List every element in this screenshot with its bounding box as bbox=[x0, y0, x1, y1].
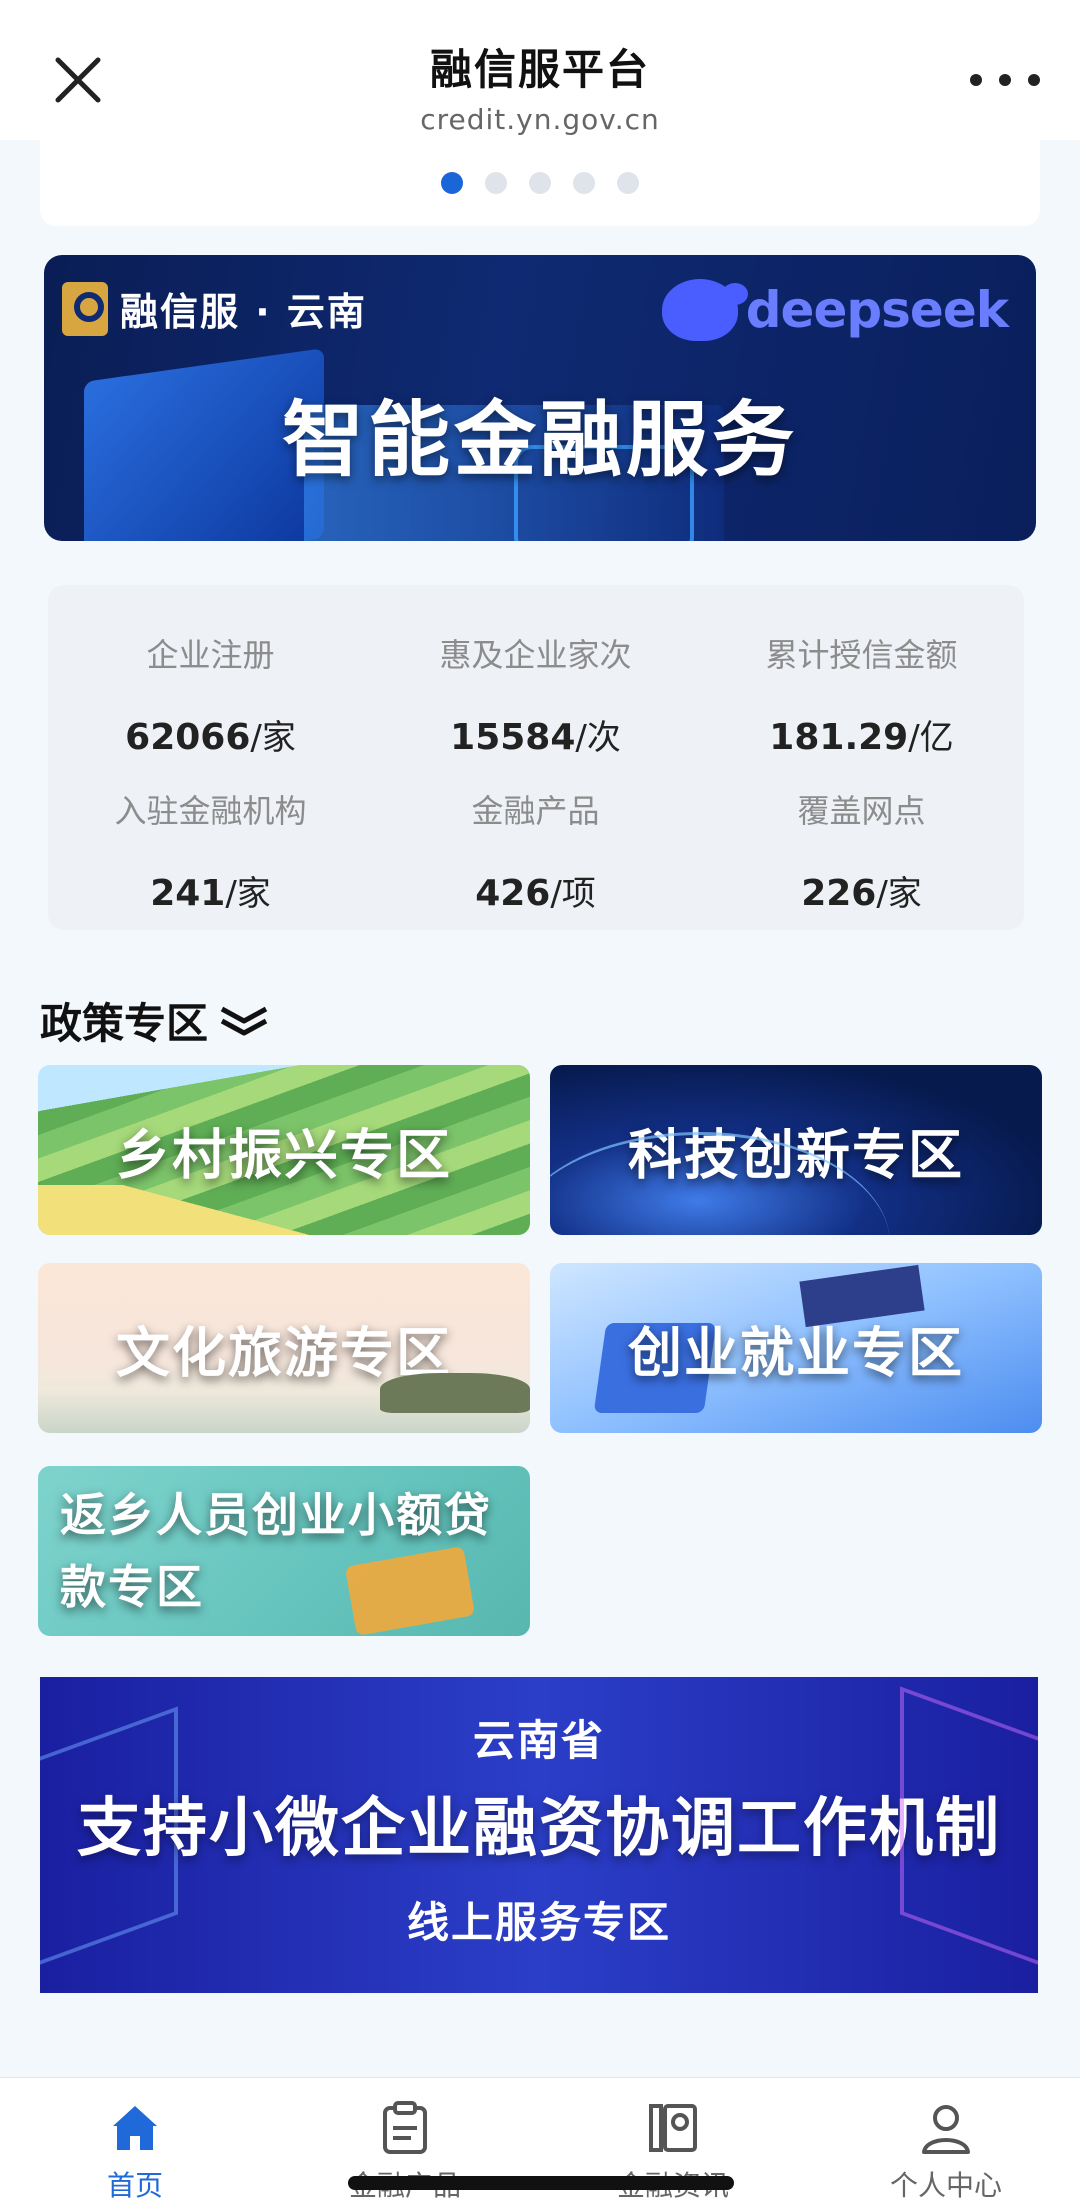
brand-name: 融信服 · 云南 bbox=[120, 290, 367, 334]
ai-service-banner[interactable]: 融信服 · 云南 deepseek 智能金融服务 bbox=[44, 255, 1036, 541]
carousel-dot-4[interactable] bbox=[573, 172, 595, 194]
stat-unit: /家 bbox=[225, 874, 271, 914]
stat-value: 241 bbox=[150, 873, 226, 914]
user-icon bbox=[922, 2105, 970, 2154]
stat-value-row: 62066/家 bbox=[48, 710, 373, 759]
stat-label: 累计授信金额 bbox=[765, 636, 958, 674]
top-bar: 融信服平台 credit.yn.gov.cn bbox=[0, 0, 1080, 140]
section-title: 政策专区 bbox=[40, 999, 209, 1048]
stat-unit: /次 bbox=[575, 718, 621, 758]
banner-line-2: 支持小微企业融资协调工作机制 bbox=[77, 1792, 1001, 1866]
stat-value: 426 bbox=[475, 873, 551, 914]
tile-label: 返乡人员创业小额贷款专区 bbox=[60, 1488, 492, 1614]
stat-value: 15584 bbox=[450, 717, 576, 758]
stat-label: 企业注册 bbox=[146, 636, 275, 674]
brand-row: 融信服 · 云南 bbox=[62, 281, 367, 336]
carousel-dot-5[interactable] bbox=[617, 172, 639, 194]
double-chevron-down-icon bbox=[220, 1006, 268, 1035]
home-indicator[interactable] bbox=[348, 2176, 734, 2190]
more-icon-dot bbox=[970, 74, 982, 86]
stat-unit: /亿 bbox=[908, 718, 954, 758]
stat-unit: /家 bbox=[876, 874, 922, 914]
policy-tile-tech-innovation[interactable]: 科技创新专区 bbox=[550, 1065, 1042, 1235]
deepseek-wordmark: deepseek bbox=[745, 281, 1009, 339]
stat-value: 181.29 bbox=[769, 717, 909, 758]
page-title: 融信服平台 bbox=[429, 45, 650, 94]
policy-tile-rural-revitalization[interactable]: 乡村振兴专区 bbox=[38, 1065, 530, 1235]
tab-personal-center[interactable]: 个人中心 bbox=[846, 2100, 1046, 2204]
stat-label: 覆盖网点 bbox=[797, 792, 926, 830]
stat-label: 惠及企业家次 bbox=[439, 636, 632, 674]
tile-label: 创业就业专区 bbox=[628, 1321, 964, 1385]
stat-value-row: 426/项 bbox=[373, 866, 698, 915]
banner-line-3: 线上服务专区 bbox=[406, 1898, 671, 1947]
stat-value-row: 241/家 bbox=[48, 866, 373, 915]
stat-unit: /家 bbox=[250, 718, 296, 758]
tab-label: 首页 bbox=[106, 2169, 163, 2202]
tab-home[interactable]: 首页 bbox=[35, 2100, 235, 2204]
tab-label: 个人中心 bbox=[889, 2169, 1002, 2202]
stat-item: 累计授信金额 181.29/亿 bbox=[699, 630, 1024, 759]
sme-financing-banner[interactable]: 云南省 支持小微企业融资协调工作机制 线上服务专区 bbox=[40, 1677, 1038, 1993]
carousel-dot-2[interactable] bbox=[485, 172, 507, 194]
deepseek-logo: deepseek bbox=[661, 279, 1009, 341]
policy-tile-returnee-loan[interactable]: 返乡人员创业小额贷款专区 bbox=[38, 1466, 530, 1636]
stat-item: 覆盖网点 226/家 bbox=[699, 786, 1024, 915]
stat-label: 入驻金融机构 bbox=[114, 792, 307, 830]
news-icon bbox=[649, 2104, 697, 2152]
stat-label: 金融产品 bbox=[471, 792, 600, 830]
stat-value-row: 226/家 bbox=[699, 866, 1024, 915]
home-icon bbox=[113, 2106, 157, 2150]
stat-value: 62066 bbox=[125, 717, 251, 758]
whale-icon bbox=[661, 279, 748, 341]
policy-tile-culture-tourism[interactable]: 文化旅游专区 bbox=[38, 1263, 530, 1433]
policy-section-header: 政策专区 bbox=[40, 990, 272, 1051]
title-group: 融信服平台 credit.yn.gov.cn bbox=[0, 36, 1080, 136]
tile-label: 文化旅游专区 bbox=[116, 1321, 452, 1385]
stat-item: 入驻金融机构 241/家 bbox=[48, 786, 373, 915]
page-url: credit.yn.gov.cn bbox=[420, 103, 660, 136]
banner-headline: 智能金融服务 bbox=[281, 393, 798, 488]
stat-value: 226 bbox=[801, 873, 877, 914]
policy-tile-employment[interactable]: 创业就业专区 bbox=[550, 1263, 1042, 1433]
stat-item: 惠及企业家次 15584/次 bbox=[373, 630, 698, 759]
stat-value-row: 181.29/亿 bbox=[699, 710, 1024, 759]
carousel-dot-1[interactable] bbox=[441, 172, 463, 194]
more-icon-dot bbox=[999, 74, 1011, 86]
carousel-indicator bbox=[40, 140, 1040, 226]
brand-logo-icon bbox=[62, 281, 108, 336]
stat-unit: /项 bbox=[550, 874, 596, 914]
more-button[interactable] bbox=[970, 60, 1040, 100]
stat-value-row: 15584/次 bbox=[373, 710, 698, 759]
stats-card: 企业注册 62066/家 惠及企业家次 15584/次 累计授信金额 181.2… bbox=[48, 585, 1024, 930]
tile-label: 科技创新专区 bbox=[628, 1123, 964, 1187]
carousel-dot-3[interactable] bbox=[529, 172, 551, 194]
banner-line-1: 云南省 bbox=[472, 1716, 605, 1765]
tile-label: 乡村振兴专区 bbox=[116, 1123, 452, 1187]
stat-item: 金融产品 426/项 bbox=[373, 786, 698, 915]
stat-item: 企业注册 62066/家 bbox=[48, 630, 373, 759]
clipboard-icon bbox=[383, 2101, 427, 2154]
more-icon-dot bbox=[1028, 74, 1040, 86]
